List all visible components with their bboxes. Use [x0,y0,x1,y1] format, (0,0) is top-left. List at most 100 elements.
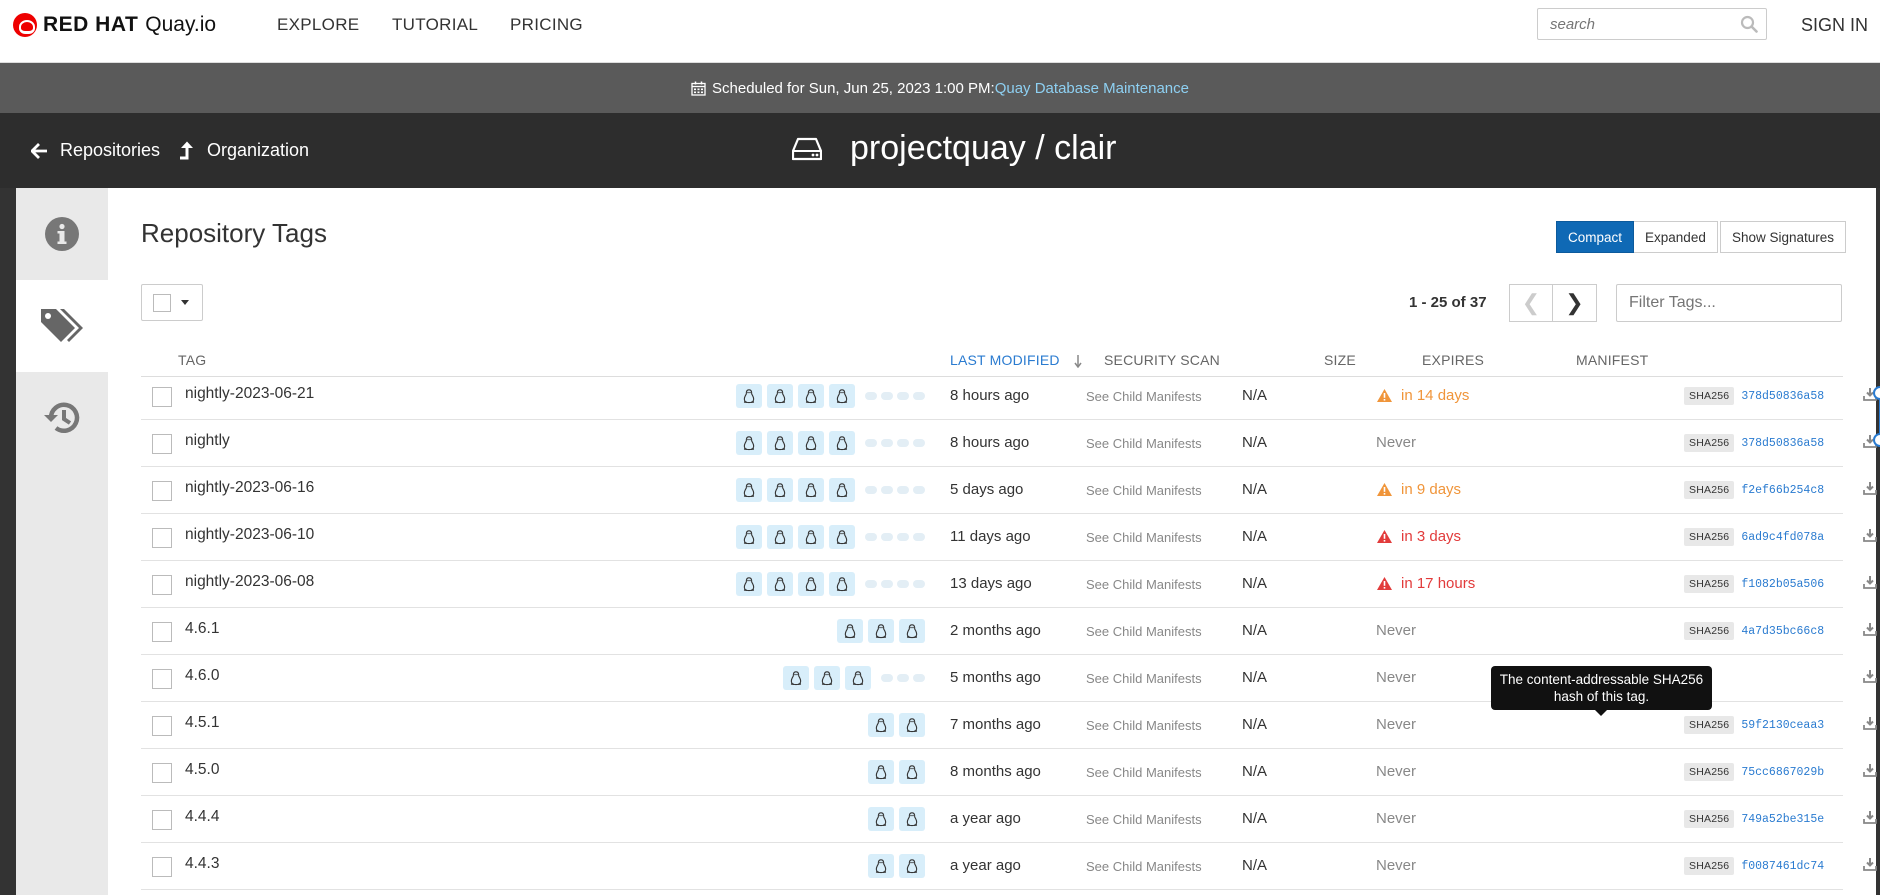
security-scan-link[interactable]: See Child Manifests [1086,812,1202,827]
tag-name[interactable]: 4.6.1 [185,620,219,638]
search-input[interactable] [1538,9,1728,39]
prev-page-button[interactable]: ❮ [1509,284,1553,322]
row-checkbox[interactable] [152,387,172,407]
organization-link[interactable]: Organization [178,140,309,161]
tag-name[interactable]: 4.4.3 [185,855,219,873]
select-all-checkbox[interactable] [153,293,171,312]
manifest-digest[interactable]: SHA256 f2ef66b254c8 [1684,481,1824,499]
security-scan-link[interactable]: See Child Manifests [1086,436,1202,451]
security-scan-link[interactable]: See Child Manifests [1086,765,1202,780]
rail-info[interactable] [16,188,108,280]
rail-tags[interactable] [16,280,108,372]
rail-history[interactable] [16,372,108,464]
security-scan-link[interactable]: See Child Manifests [1086,530,1202,545]
sha-badge[interactable]: SHA256 [1684,857,1735,875]
manifest-digest[interactable]: SHA256 378d50836a58 [1684,387,1824,405]
tag-name[interactable]: 4.5.0 [185,761,219,779]
show-signatures-button[interactable]: Show Signatures [1720,221,1847,253]
manifest-digest[interactable]: SHA256 4a7d35bc66c8 [1684,622,1824,640]
nav-explore[interactable]: EXPLORE [277,15,359,35]
download-icon[interactable] [1863,528,1877,547]
sign-in-link[interactable]: SIGN IN [1801,15,1868,36]
expires-value[interactable]: in 17 hours [1376,575,1475,592]
security-scan-link[interactable]: See Child Manifests [1086,577,1202,592]
security-scan-link[interactable]: See Child Manifests [1086,389,1202,404]
row-checkbox[interactable] [152,763,172,783]
col-expires[interactable]: EXPIRES [1422,352,1484,368]
digest-link[interactable]: 59f2130ceaa3 [1741,719,1824,732]
row-checkbox[interactable] [152,528,172,548]
digest-link[interactable]: 75cc6867029b [1741,766,1824,779]
security-scan-link[interactable]: See Child Manifests [1086,483,1202,498]
sha-badge[interactable]: SHA256 [1684,528,1735,546]
expires-value[interactable]: in 14 days [1376,387,1469,404]
manifest-digest[interactable]: SHA256 378d50836a58 [1684,434,1824,452]
security-scan-link[interactable]: See Child Manifests [1086,624,1202,639]
row-checkbox[interactable] [152,481,172,501]
manifest-digest[interactable]: SHA256 59f2130ceaa3 [1684,716,1824,734]
manifest-link-node[interactable] [1873,386,1880,400]
sha-badge[interactable]: SHA256 [1684,716,1735,734]
col-size[interactable]: SIZE [1324,352,1356,368]
security-scan-link[interactable]: See Child Manifests [1086,718,1202,733]
tag-name[interactable]: 4.4.4 [185,808,219,826]
tag-name[interactable]: nightly-2023-06-10 [185,526,314,544]
digest-link[interactable]: 6ad9c4fd078a [1741,531,1824,544]
expires-value[interactable]: in 3 days [1376,528,1461,545]
manifest-digest[interactable]: SHA256 f1082b05a506 [1684,575,1824,593]
banner-link[interactable]: Quay Database Maintenance [995,80,1189,97]
manifest-digest[interactable]: SHA256 75cc6867029b [1684,763,1824,781]
sort-down-icon[interactable] [1073,354,1083,368]
manifest-digest[interactable]: SHA256 f0087461dc74 [1684,857,1824,875]
manifest-digest[interactable]: SHA256 749a52be315e [1684,810,1824,828]
sha-badge[interactable]: SHA256 [1684,810,1735,828]
tag-name[interactable]: nightly-2023-06-21 [185,385,314,403]
manifest-link-node[interactable] [1873,433,1880,447]
select-all-dropdown[interactable] [141,284,203,321]
back-to-repositories[interactable]: Repositories [31,140,160,161]
sha-badge[interactable]: SHA256 [1684,622,1735,640]
download-icon[interactable] [1863,763,1877,782]
digest-link[interactable]: 378d50836a58 [1741,390,1824,403]
digest-link[interactable]: f1082b05a506 [1741,578,1824,591]
download-icon[interactable] [1863,857,1877,876]
logo[interactable]: RED HAT Quay.io [13,12,216,38]
expires-value[interactable]: in 9 days [1376,481,1461,498]
download-icon[interactable] [1863,810,1877,829]
digest-link[interactable]: 4a7d35bc66c8 [1741,625,1824,638]
tag-name[interactable]: 4.6.0 [185,667,219,685]
download-icon[interactable] [1863,622,1877,641]
next-page-button[interactable]: ❯ [1553,284,1597,322]
manifest-digest[interactable]: SHA256 6ad9c4fd078a [1684,528,1824,546]
filter-tags-input[interactable] [1617,285,1841,321]
tag-name[interactable]: nightly [185,432,230,450]
digest-link[interactable]: 378d50836a58 [1741,437,1824,450]
compact-button[interactable]: Compact [1556,221,1635,253]
nav-pricing[interactable]: PRICING [510,15,583,35]
sha-badge[interactable]: SHA256 [1684,763,1735,781]
digest-link[interactable]: f2ef66b254c8 [1741,484,1824,497]
security-scan-link[interactable]: See Child Manifests [1086,859,1202,874]
col-security-scan[interactable]: SECURITY SCAN [1104,352,1220,368]
digest-link[interactable]: f0087461dc74 [1741,860,1824,873]
tag-name[interactable]: nightly-2023-06-16 [185,479,314,497]
col-tag[interactable]: TAG [178,352,206,368]
search-icon[interactable] [1740,15,1758,33]
sha-badge[interactable]: SHA256 [1684,481,1735,499]
sha-badge[interactable]: SHA256 [1684,434,1735,452]
row-checkbox[interactable] [152,622,172,642]
row-checkbox[interactable] [152,434,172,454]
row-checkbox[interactable] [152,575,172,595]
sha-badge[interactable]: SHA256 [1684,387,1735,405]
tag-name[interactable]: nightly-2023-06-08 [185,573,314,591]
download-icon[interactable] [1863,716,1877,735]
security-scan-link[interactable]: See Child Manifests [1086,671,1202,686]
row-checkbox[interactable] [152,857,172,877]
download-icon[interactable] [1863,669,1877,688]
row-checkbox[interactable] [152,669,172,689]
col-last-modified[interactable]: LAST MODIFIED [950,352,1060,368]
nav-tutorial[interactable]: TUTORIAL [392,15,478,35]
tag-name[interactable]: 4.5.1 [185,714,219,732]
row-checkbox[interactable] [152,810,172,830]
row-checkbox[interactable] [152,716,172,736]
